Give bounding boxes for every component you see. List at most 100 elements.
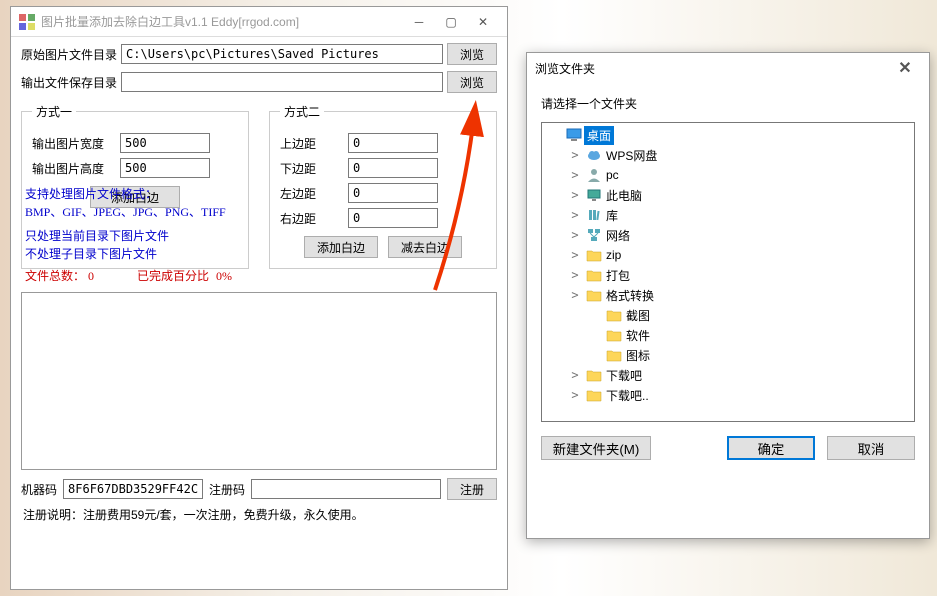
- tree-item[interactable]: 桌面: [542, 125, 914, 145]
- tree-item[interactable]: 软件: [542, 325, 914, 345]
- tree-item[interactable]: > 此电脑: [542, 185, 914, 205]
- tree-item[interactable]: > 下载吧: [542, 365, 914, 385]
- machine-code-input[interactable]: [63, 479, 203, 499]
- top-margin-label: 上边距: [280, 135, 340, 152]
- register-button[interactable]: 注册: [447, 478, 497, 500]
- top-margin-input[interactable]: [348, 133, 438, 153]
- file-count-label: 文件总数：: [25, 269, 85, 283]
- tree-expander-icon[interactable]: >: [566, 248, 584, 262]
- tree-item[interactable]: > WPS网盘: [542, 145, 914, 165]
- dialog-title: 浏览文件夹: [535, 60, 889, 77]
- right-margin-label: 右边距: [280, 210, 340, 227]
- register-note: 注册说明：注册费用59元/套，一次注册，免费升级，永久使用。: [23, 506, 495, 523]
- tree-item-label: 打包: [604, 266, 632, 285]
- net-icon: [586, 227, 602, 243]
- machine-code-label: 机器码: [21, 481, 57, 498]
- tree-item[interactable]: > 格式转换: [542, 285, 914, 305]
- out-width-label: 输出图片宽度: [32, 135, 112, 152]
- log-listbox[interactable]: [21, 292, 497, 470]
- tree-item-label: 库: [604, 206, 620, 225]
- browse-folder-dialog: 浏览文件夹 ✕ 请选择一个文件夹 桌面>WPS网盘>pc>此电脑>库>网络>zi…: [526, 52, 930, 539]
- progress-label: 已完成百分比: [137, 269, 209, 283]
- tree-expander-icon[interactable]: >: [566, 188, 584, 202]
- method2-remove-button[interactable]: 减去白边: [388, 236, 462, 258]
- folder-icon: [586, 387, 602, 403]
- tree-item[interactable]: > 网络: [542, 225, 914, 245]
- user-icon: [586, 167, 602, 183]
- main-titlebar: 图片批量添加去除白边工具v1.1 Eddy[rrgod.com] ─ ▢ ✕: [11, 7, 507, 37]
- tree-item-label: 网络: [604, 226, 632, 245]
- dialog-titlebar: 浏览文件夹 ✕: [527, 53, 929, 83]
- left-margin-label: 左边距: [280, 185, 340, 202]
- folder-icon: [606, 307, 622, 323]
- tree-expander-icon[interactable]: >: [566, 368, 584, 382]
- tree-item[interactable]: 截图: [542, 305, 914, 325]
- tree-item[interactable]: >库: [542, 205, 914, 225]
- src-browse-button[interactable]: 浏览: [447, 43, 497, 65]
- pc-icon: [586, 187, 602, 203]
- tree-item-label: 图标: [624, 346, 652, 365]
- tree-expander-icon[interactable]: >: [566, 288, 584, 302]
- reg-code-label: 注册码: [209, 481, 245, 498]
- out-width-input[interactable]: [120, 133, 210, 153]
- tree-item[interactable]: > 打包: [542, 265, 914, 285]
- folder-icon: [586, 367, 602, 383]
- left-margin-input[interactable]: [348, 183, 438, 203]
- close-button[interactable]: ✕: [467, 10, 499, 34]
- tree-expander-icon[interactable]: >: [566, 388, 584, 402]
- method2-title: 方式二: [280, 103, 324, 120]
- tree-item-label: 桌面: [584, 126, 614, 145]
- folder-icon: [586, 247, 602, 263]
- reg-code-input[interactable]: [251, 479, 441, 499]
- tree-expander-icon[interactable]: >: [566, 168, 584, 182]
- ok-button[interactable]: 确定: [727, 436, 815, 460]
- method2-group: 方式二 上边距 下边距 左边距 右边距 添加白边 减去白边: [269, 103, 497, 269]
- src-dir-input[interactable]: [121, 44, 443, 64]
- out-dir-input[interactable]: [121, 72, 443, 92]
- progress-value: 0%: [216, 269, 232, 283]
- tree-expander-icon[interactable]: >: [566, 268, 584, 282]
- folder-icon: [606, 327, 622, 343]
- bottom-margin-label: 下边距: [280, 160, 340, 177]
- desktop-icon: [566, 127, 582, 143]
- tree-item[interactable]: > zip: [542, 245, 914, 265]
- dialog-close-button[interactable]: ✕: [889, 56, 921, 80]
- cloud-icon: [586, 147, 602, 163]
- tree-item-label: pc: [604, 167, 621, 183]
- method2-add-button[interactable]: 添加白边: [304, 236, 378, 258]
- tree-item-label: WPS网盘: [604, 146, 659, 165]
- tree-expander-icon[interactable]: >: [566, 228, 584, 242]
- tree-item-label: 截图: [624, 306, 652, 325]
- tree-item[interactable]: > pc: [542, 165, 914, 185]
- tree-item-label: 下载吧..: [604, 386, 651, 405]
- tree-item-label: zip: [604, 247, 623, 263]
- folder-icon: [586, 267, 602, 283]
- tree-expander-icon[interactable]: >: [566, 148, 584, 162]
- tree-item[interactable]: 图标: [542, 345, 914, 365]
- method1-title: 方式一: [32, 103, 76, 120]
- app-icon: [19, 14, 35, 30]
- right-margin-input[interactable]: [348, 208, 438, 228]
- tree-expander-icon[interactable]: >: [566, 208, 584, 222]
- tree-item-label: 此电脑: [604, 186, 644, 205]
- src-dir-label: 原始图片文件目录: [21, 46, 117, 63]
- minimize-button[interactable]: ─: [403, 10, 435, 34]
- main-window: 图片批量添加去除白边工具v1.1 Eddy[rrgod.com] ─ ▢ ✕ 原…: [10, 6, 508, 590]
- tree-item-label: 软件: [624, 326, 652, 345]
- bottom-margin-input[interactable]: [348, 158, 438, 178]
- folder-tree[interactable]: 桌面>WPS网盘>pc>此电脑>库>网络>zip>打包>格式转换截图软件图标>下…: [541, 122, 915, 422]
- tree-item-label: 下载吧: [604, 366, 644, 385]
- maximize-button[interactable]: ▢: [435, 10, 467, 34]
- tree-item-label: 格式转换: [604, 286, 656, 305]
- lib-icon: [586, 207, 602, 223]
- out-height-input[interactable]: [120, 158, 210, 178]
- main-title: 图片批量添加去除白边工具v1.1 Eddy[rrgod.com]: [41, 13, 403, 30]
- folder-icon: [606, 347, 622, 363]
- tree-item[interactable]: > 下载吧..: [542, 385, 914, 405]
- out-height-label: 输出图片高度: [32, 160, 112, 177]
- new-folder-button[interactable]: 新建文件夹(M): [541, 436, 651, 460]
- dialog-prompt: 请选择一个文件夹: [541, 95, 915, 112]
- file-count-value: 0: [88, 269, 94, 283]
- out-browse-button[interactable]: 浏览: [447, 71, 497, 93]
- cancel-button[interactable]: 取消: [827, 436, 915, 460]
